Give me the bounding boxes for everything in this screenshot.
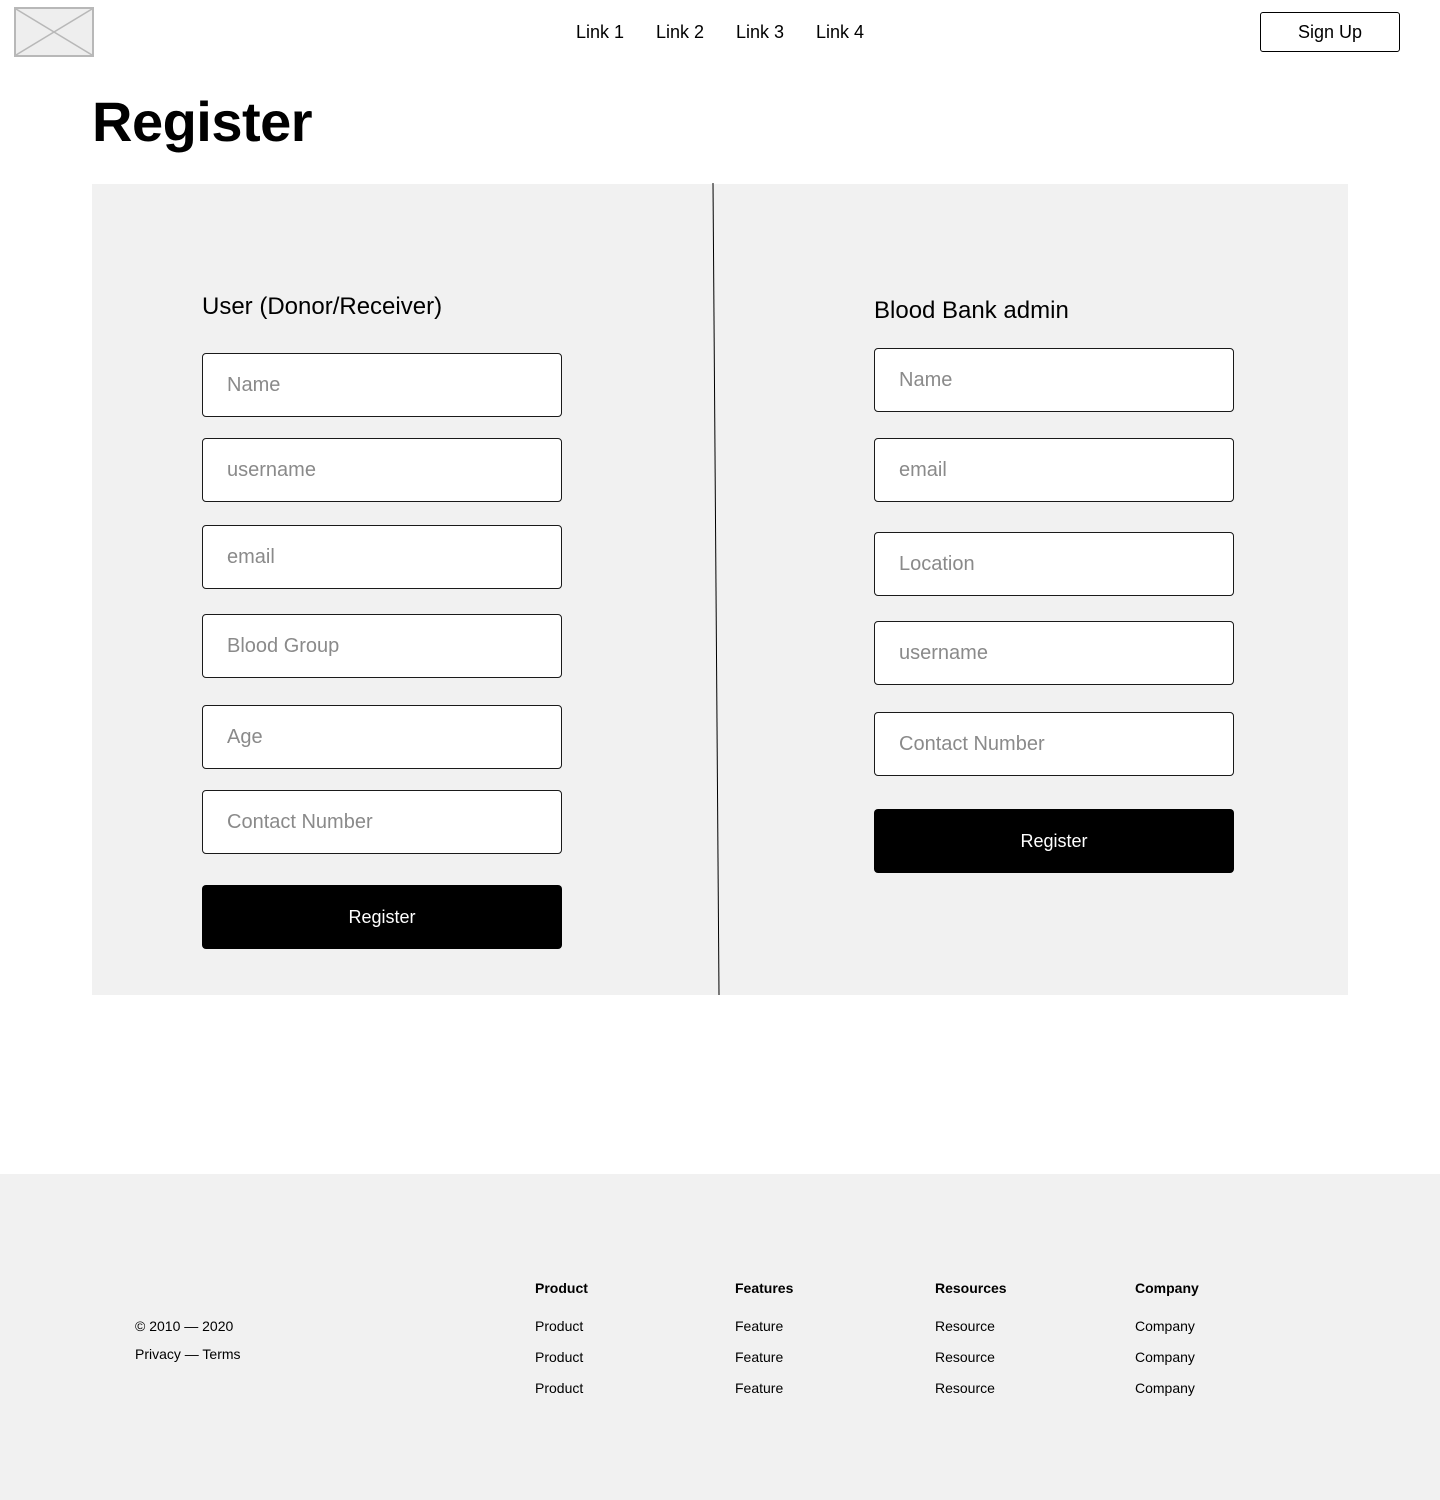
footer-link-resource[interactable]: Resource (935, 1379, 995, 1397)
nav-link-2[interactable]: Link 2 (656, 20, 704, 44)
user-form-title: User (Donor/Receiver) (202, 293, 443, 320)
user-name-input[interactable] (202, 353, 562, 417)
footer-column-heading-company: Company (1135, 1280, 1199, 1296)
admin-username-input[interactable] (874, 621, 1234, 685)
footer-link-feature[interactable]: Feature (735, 1317, 783, 1335)
nav-link-3[interactable]: Link 3 (736, 20, 784, 44)
footer-column-heading-features: Features (735, 1280, 794, 1296)
nav-link-1[interactable]: Link 1 (576, 20, 624, 44)
admin-contact-number-input[interactable] (874, 712, 1234, 776)
footer-link-company[interactable]: Company (1135, 1379, 1195, 1397)
nav-link-4[interactable]: Link 4 (816, 20, 864, 44)
footer-link-feature[interactable]: Feature (735, 1348, 783, 1366)
admin-location-input[interactable] (874, 532, 1234, 596)
admin-form-title: Blood Bank admin (874, 297, 1069, 324)
footer-copyright: © 2010 — 2020 (135, 1318, 234, 1334)
footer-link-company[interactable]: Company (1135, 1317, 1195, 1335)
sign-up-button[interactable]: Sign Up (1260, 12, 1400, 52)
footer-legal-links[interactable]: Privacy — Terms (135, 1345, 241, 1363)
user-email-input[interactable] (202, 525, 562, 589)
user-username-input[interactable] (202, 438, 562, 502)
footer (0, 1174, 1440, 1500)
footer-column-heading-product: Product (535, 1280, 588, 1296)
footer-link-feature[interactable]: Feature (735, 1379, 783, 1397)
user-register-button[interactable]: Register (202, 885, 562, 949)
user-blood-group-input[interactable] (202, 614, 562, 678)
footer-column-heading-resources: Resources (935, 1280, 1007, 1296)
admin-register-button[interactable]: Register (874, 809, 1234, 873)
footer-link-product[interactable]: Product (535, 1348, 583, 1366)
footer-link-product[interactable]: Product (535, 1317, 583, 1335)
logo-placeholder-icon[interactable] (14, 7, 94, 57)
footer-link-product[interactable]: Product (535, 1379, 583, 1397)
user-contact-number-input[interactable] (202, 790, 562, 854)
footer-link-resource[interactable]: Resource (935, 1348, 995, 1366)
page-title: Register (92, 90, 313, 153)
footer-link-resource[interactable]: Resource (935, 1317, 995, 1335)
admin-email-input[interactable] (874, 438, 1234, 502)
user-age-input[interactable] (202, 705, 562, 769)
footer-link-company[interactable]: Company (1135, 1348, 1195, 1366)
admin-name-input[interactable] (874, 348, 1234, 412)
